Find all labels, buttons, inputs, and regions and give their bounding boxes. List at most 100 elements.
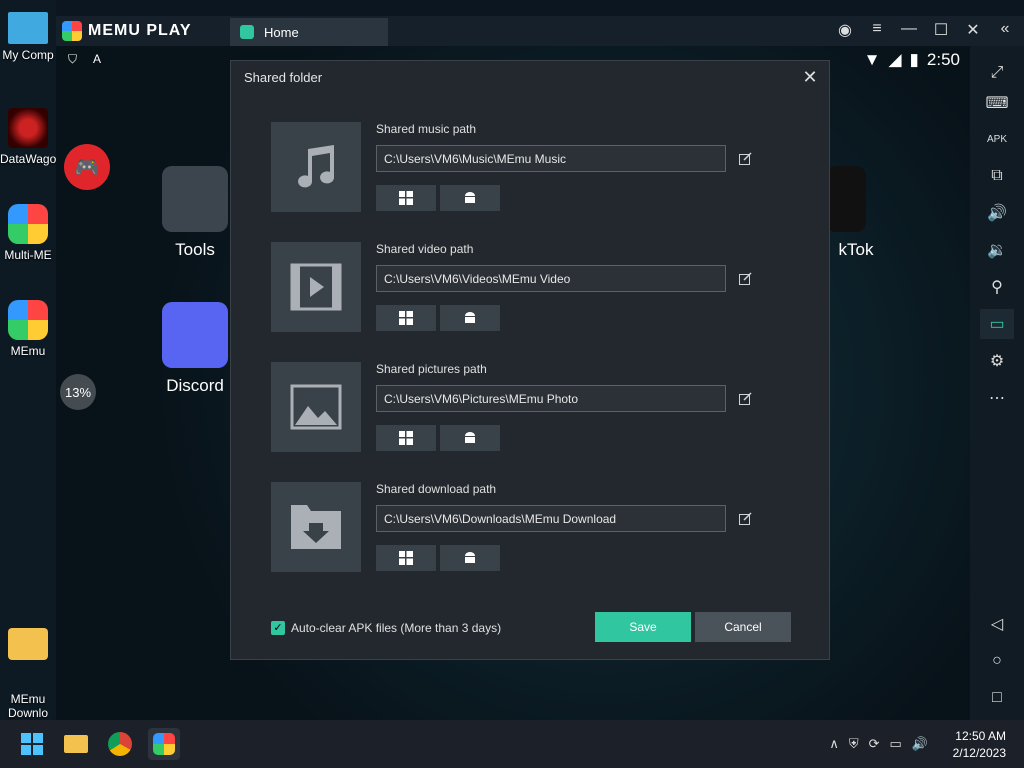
desktop-icon-label: MEmu bbox=[10, 344, 46, 358]
windows-icon bbox=[399, 431, 413, 445]
memu-taskbar-button[interactable] bbox=[148, 728, 180, 760]
dialog-title: Shared folder bbox=[244, 70, 323, 85]
start-button[interactable] bbox=[16, 728, 48, 760]
open-in-windows-button[interactable] bbox=[376, 545, 436, 571]
clock-date: 2/12/2023 bbox=[952, 746, 1006, 760]
back-icon[interactable]: ◁ bbox=[980, 609, 1014, 639]
download-path-input[interactable] bbox=[376, 505, 726, 532]
shared-folder-icon[interactable]: ▭ bbox=[980, 309, 1014, 339]
edit-icon[interactable] bbox=[739, 512, 752, 525]
desktop-icon-memu[interactable]: MEmu bbox=[0, 300, 56, 358]
shared-pictures-row: Shared pictures path bbox=[271, 362, 791, 454]
edit-icon[interactable] bbox=[739, 152, 752, 165]
gamepad-icon[interactable]: 🎮 bbox=[64, 144, 110, 190]
open-in-android-button[interactable] bbox=[440, 305, 500, 331]
video-path-input[interactable] bbox=[376, 265, 726, 292]
cancel-button[interactable]: Cancel bbox=[695, 612, 791, 642]
desktop-icon-label: DataWago bbox=[0, 152, 56, 166]
tools-folder-icon bbox=[162, 166, 228, 232]
title-bar: MEMU PLAY Home ◉ ≡ — ☐ ✕ « bbox=[56, 16, 1024, 46]
android-icon bbox=[465, 312, 475, 323]
home-icon[interactable]: ○ bbox=[980, 646, 1014, 676]
autoclear-apk-option[interactable]: ✓ Auto-clear APK files (More than 3 days… bbox=[271, 621, 501, 635]
open-in-windows-button[interactable] bbox=[376, 185, 436, 211]
loading-percent: 13% bbox=[64, 384, 92, 400]
tab-home[interactable]: Home bbox=[230, 18, 388, 46]
settings-icon[interactable]: ⚙ bbox=[980, 346, 1014, 376]
tiktok-icon bbox=[826, 166, 866, 232]
shield-icon: ⛉ bbox=[68, 52, 78, 66]
android-icon bbox=[465, 552, 475, 563]
app-tiktok[interactable]: kTok bbox=[826, 166, 886, 260]
app-tools[interactable]: Tools bbox=[160, 166, 230, 260]
multi-instance-icon[interactable]: ⧉ bbox=[980, 161, 1014, 191]
video-film-icon bbox=[271, 242, 361, 332]
desktop-icon-label: My Comp bbox=[2, 48, 54, 62]
android-icon bbox=[465, 432, 475, 443]
open-in-android-button[interactable] bbox=[440, 185, 500, 211]
chrome-icon bbox=[108, 732, 132, 756]
more-icon[interactable]: ⋯ bbox=[980, 383, 1014, 413]
open-in-windows-button[interactable] bbox=[376, 425, 436, 451]
desktop-icon-my-computer[interactable]: My Comp bbox=[0, 12, 56, 62]
recents-icon[interactable]: □ bbox=[980, 683, 1014, 713]
tab-label: Home bbox=[264, 24, 299, 40]
close-window-icon[interactable]: ✕ bbox=[964, 20, 982, 40]
fullscreen-icon[interactable]: ⤢ bbox=[980, 58, 1014, 88]
open-in-android-button[interactable] bbox=[440, 425, 500, 451]
edit-icon[interactable] bbox=[739, 272, 752, 285]
taskbar-clock[interactable]: 12:50 AM 2/12/2023 bbox=[953, 728, 1006, 762]
app-discord[interactable]: Discord bbox=[160, 302, 230, 396]
music-path-input[interactable] bbox=[376, 145, 726, 172]
security-icon[interactable]: ⛨ bbox=[849, 736, 859, 752]
display-icon[interactable]: ▭ bbox=[890, 736, 902, 752]
android-icon bbox=[465, 192, 475, 203]
windows-icon bbox=[399, 191, 413, 205]
window-controls: ◉ ≡ — ☐ ✕ « bbox=[836, 20, 1014, 40]
sync-icon[interactable]: ⟳ bbox=[869, 736, 880, 752]
clock-time: 12:50 AM bbox=[955, 729, 1006, 743]
close-icon[interactable]: ✕ bbox=[801, 67, 819, 88]
volume-up-icon[interactable]: 🔊 bbox=[980, 198, 1014, 228]
app-label: Tools bbox=[175, 240, 215, 259]
collapse-sidebar-icon[interactable]: « bbox=[996, 20, 1014, 40]
download-folder-icon bbox=[271, 482, 361, 572]
autoclear-checkbox[interactable]: ✓ bbox=[271, 621, 285, 635]
desktop-icon-multi-memu[interactable]: Multi-ME bbox=[0, 204, 56, 262]
open-in-windows-button[interactable] bbox=[376, 305, 436, 331]
maximize-icon[interactable]: ☐ bbox=[932, 20, 950, 40]
autoclear-label: Auto-clear APK files (More than 3 days) bbox=[291, 621, 502, 635]
row-label: Shared music path bbox=[376, 122, 477, 136]
apk-install-icon[interactable]: APK bbox=[980, 124, 1014, 154]
wifi-icon: ▼ bbox=[863, 50, 881, 69]
save-button[interactable]: Save bbox=[595, 612, 691, 642]
folder-icon bbox=[64, 735, 88, 753]
menu-icon[interactable]: ≡ bbox=[868, 20, 886, 40]
chevron-up-icon[interactable]: ∧ bbox=[829, 736, 839, 752]
row-label: Shared pictures path bbox=[376, 362, 487, 376]
loading-progress: 13% bbox=[60, 374, 96, 410]
keyboard-icon[interactable]: ⌨ bbox=[980, 88, 1014, 118]
right-toolbar: ⤢ ⌨ APK ⧉ 🔊 🔉 ⚲ ▭ ⚙ ⋯ ◁ ○ □ bbox=[970, 46, 1024, 720]
pictures-path-input[interactable] bbox=[376, 385, 726, 412]
signal-icon: ◢ bbox=[888, 50, 902, 69]
app-label: Discord bbox=[166, 376, 224, 395]
desktop-icon-datawago[interactable]: DataWago bbox=[0, 108, 56, 166]
volume-down-icon[interactable]: 🔉 bbox=[980, 235, 1014, 265]
computer-icon bbox=[8, 12, 48, 44]
home-tab-icon bbox=[240, 25, 254, 39]
file-explorer-button[interactable] bbox=[60, 728, 92, 760]
account-icon[interactable]: ◉ bbox=[836, 20, 854, 40]
open-in-android-button[interactable] bbox=[440, 545, 500, 571]
shared-download-row: Shared download path bbox=[271, 482, 791, 574]
minimize-icon[interactable]: — bbox=[900, 20, 918, 40]
chrome-button[interactable] bbox=[104, 728, 136, 760]
row-label: Shared download path bbox=[376, 482, 497, 496]
speaker-icon[interactable]: 🔊 bbox=[912, 736, 928, 752]
edit-icon[interactable] bbox=[739, 392, 752, 405]
location-icon[interactable]: ⚲ bbox=[980, 272, 1014, 302]
android-status-bar: ▼ ◢ ▮ 2:50 bbox=[864, 50, 960, 70]
system-tray: ∧ ⛨ ⟳ ▭ 🔊 bbox=[829, 736, 928, 752]
music-note-icon bbox=[271, 122, 361, 212]
keyboard-a-icon: A bbox=[93, 52, 102, 66]
